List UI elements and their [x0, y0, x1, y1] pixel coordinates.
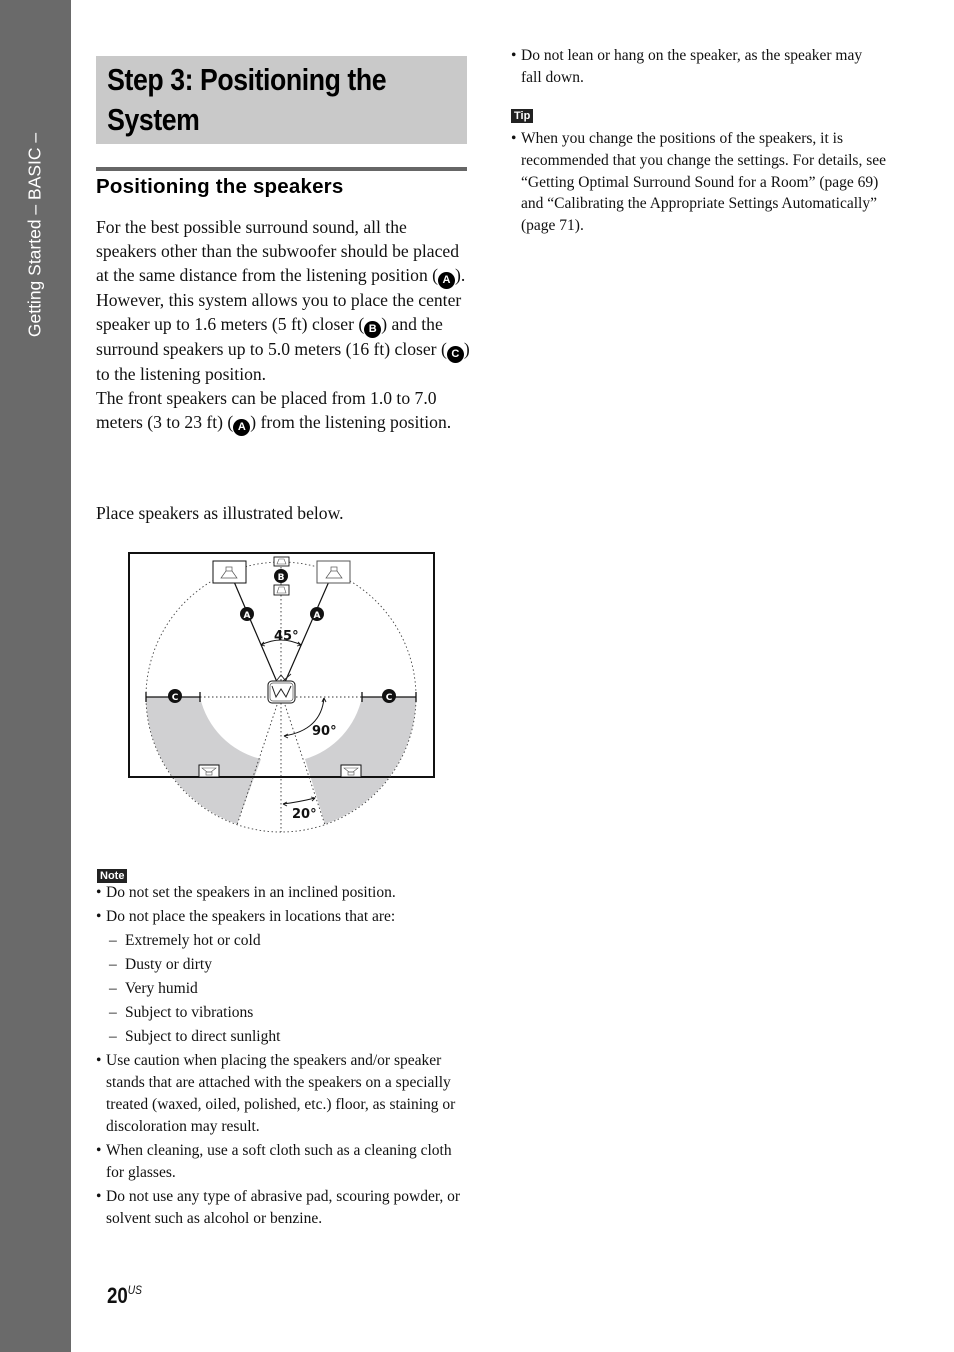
marker-c-badge: C: [446, 345, 464, 363]
note-item-continued: Do not lean or hang on the speaker, as t…: [511, 45, 886, 88]
page-number-value: 20: [107, 1283, 128, 1308]
text-run: For the best possible surround sound, al…: [96, 217, 459, 285]
tip-label: Tip: [511, 104, 886, 126]
right-column: Do not lean or hang on the speaker, as t…: [511, 45, 886, 237]
section-divider: [96, 167, 467, 171]
section-side-label: Getting Started – BASIC –: [24, 132, 45, 338]
page-title-line2: System: [107, 102, 200, 137]
front-right-line: [284, 569, 335, 683]
tip-item: When you change the positions of the spe…: [511, 128, 886, 237]
note-sub-item: Very humid: [96, 978, 471, 1000]
marker-c-left: C: [168, 689, 182, 703]
intro-paragraph-2: However, this system allows you to place…: [96, 289, 471, 387]
page-title: Step 3: Positioning the System: [96, 56, 468, 140]
surround-zone-right: [305, 697, 416, 824]
marker-a-text: A: [244, 611, 251, 621]
note-item: Do not place the speakers in locations t…: [96, 906, 471, 928]
page-number: 20US: [107, 1283, 142, 1309]
note-item: Do not use any type of abrasive pad, sco…: [96, 1186, 471, 1230]
angle-label-20: 20°: [292, 807, 317, 822]
intro-paragraph-1: For the best possible surround sound, al…: [96, 216, 471, 289]
surround-right-speaker: [340, 764, 362, 778]
listener-chair-icon: [267, 673, 296, 704]
page-title-line1: Step 3: Positioning the: [107, 62, 387, 97]
diagram-intro-text: Place speakers as illustrated below.: [96, 503, 344, 523]
intro-paragraph-3: The front speakers can be placed from 1.…: [96, 387, 471, 436]
text-run: ).: [455, 264, 466, 285]
text-run: ) from the listening position.: [250, 411, 452, 432]
note-list: Do not set the speakers in an inclined p…: [96, 882, 471, 1232]
front-right-speaker: [316, 560, 351, 584]
marker-a-badge: A: [438, 271, 456, 289]
front-left-line: [228, 569, 278, 683]
angle-label-45: 45°: [274, 629, 299, 644]
page-number-suffix: US: [127, 1283, 142, 1297]
note-sub-item: Dusty or dirty: [96, 954, 471, 976]
marker-a-badge: A: [233, 418, 251, 436]
note-sub-item: Subject to vibrations: [96, 1002, 471, 1024]
marker-a-right: A: [310, 607, 324, 621]
note-item: Do not set the speakers in an inclined p…: [96, 882, 471, 904]
marker-b-badge: B: [364, 320, 382, 338]
marker-b: B: [274, 569, 288, 583]
marker-c-right: C: [382, 689, 396, 703]
marker-c-text: C: [172, 693, 179, 703]
note-badge: Note: [97, 869, 128, 883]
front-left-speaker: [212, 560, 247, 584]
surround-left-speaker: [198, 764, 220, 778]
section-side-tab: Getting Started – BASIC –: [0, 0, 71, 1352]
marker-c-text: C: [386, 693, 393, 703]
page-title-box: Step 3: Positioning the System: [96, 56, 467, 144]
note-sub-item: Extremely hot or cold: [96, 930, 471, 952]
section-heading: Positioning the speakers: [96, 175, 344, 198]
marker-a-text: A: [314, 611, 321, 621]
marker-a-left: A: [240, 607, 254, 621]
marker-b-text: B: [278, 573, 285, 583]
tip-badge: Tip: [511, 109, 534, 124]
speaker-placement-diagram: 45° 90° 20° B A A C C: [128, 552, 435, 833]
note-item: When cleaning, use a soft cloth such as …: [96, 1140, 471, 1184]
angle-label-90: 90°: [312, 724, 337, 739]
intro-text: For the best possible surround sound, al…: [96, 216, 471, 436]
center-speaker-far: [273, 556, 290, 567]
center-speaker-near: [273, 584, 290, 596]
note-sub-item: Subject to direct sunlight: [96, 1026, 471, 1048]
note-item: Use caution when placing the speakers an…: [96, 1050, 471, 1138]
angle-arc-20: [282, 797, 316, 805]
